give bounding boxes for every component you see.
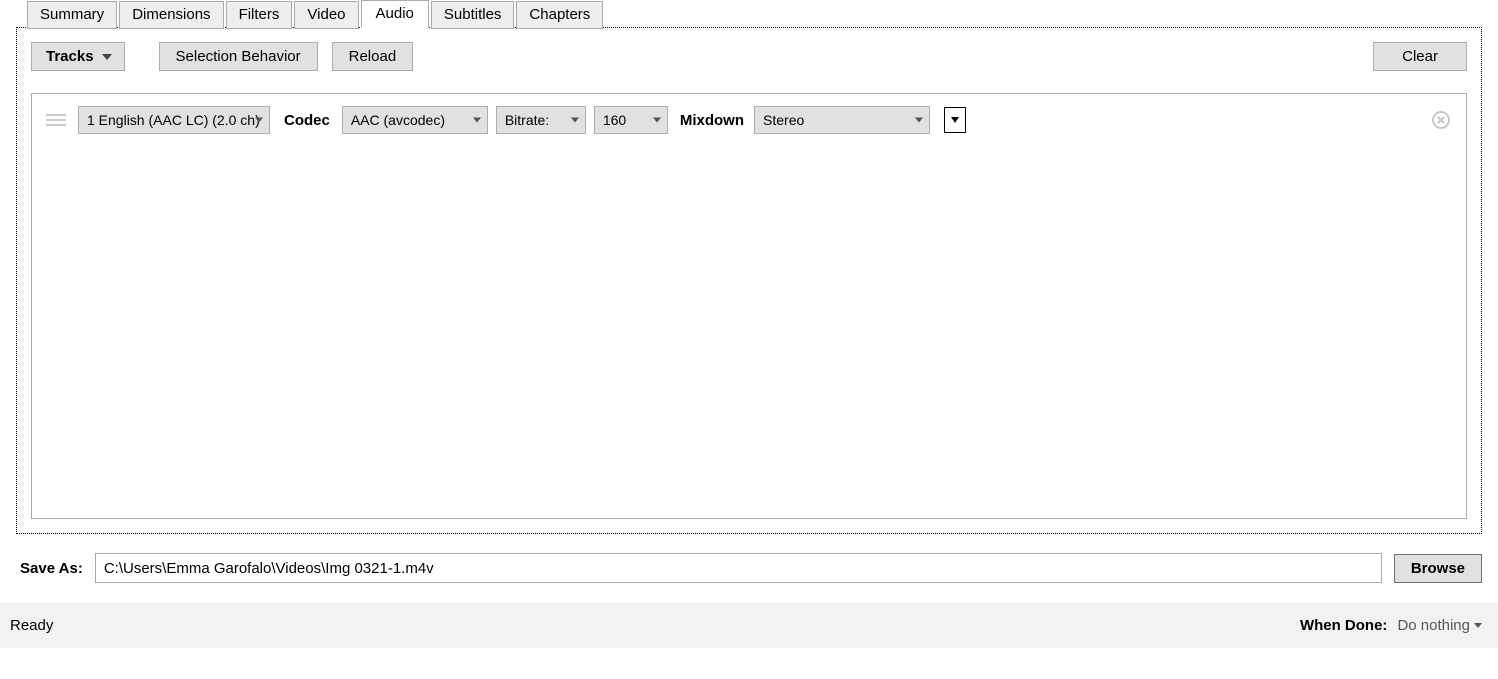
tab-chapters[interactable]: Chapters <box>516 1 603 29</box>
bitrate-value-dropdown[interactable]: 160 <box>594 106 668 134</box>
mixdown-dropdown[interactable]: Stereo <box>754 106 930 134</box>
save-as-row: Save As: Browse <box>0 535 1498 593</box>
bitrate-label: Bitrate: <box>505 112 549 128</box>
audio-toolbar: Tracks Selection Behavior Reload Clear <box>31 42 1467 71</box>
tab-filters[interactable]: Filters <box>226 1 293 29</box>
tab-dimensions[interactable]: Dimensions <box>119 1 223 29</box>
status-text: Ready <box>10 617 53 634</box>
bitrate-value: 160 <box>603 112 626 128</box>
status-bar: Ready When Done: Do nothing <box>0 603 1498 648</box>
mixdown-value: Stereo <box>763 112 804 128</box>
chevron-down-icon <box>473 118 481 123</box>
track-row: 1 English (AAC LC) (2.0 ch) Codec AAC (a… <box>46 106 1452 134</box>
chevron-down-icon <box>915 118 923 123</box>
chevron-down-icon <box>571 118 579 123</box>
track-source-value: 1 English (AAC LC) (2.0 ch) <box>87 112 260 128</box>
chevron-down-icon <box>653 118 661 123</box>
browse-button[interactable]: Browse <box>1394 554 1482 583</box>
close-circle-icon <box>1431 110 1451 130</box>
save-as-input[interactable] <box>95 553 1382 583</box>
when-done-value: Do nothing <box>1397 617 1470 634</box>
tab-subtitles[interactable]: Subtitles <box>431 1 515 29</box>
chevron-down-icon <box>255 118 263 123</box>
tab-audio[interactable]: Audio <box>361 0 429 28</box>
codec-value: AAC (avcodec) <box>351 112 445 128</box>
tracks-dropdown[interactable]: Tracks <box>31 42 125 71</box>
audio-panel: Tracks Selection Behavior Reload Clear 1… <box>16 27 1482 534</box>
tracks-label: Tracks <box>46 48 94 65</box>
when-done-dropdown[interactable]: Do nothing <box>1397 617 1482 634</box>
bitrate-mode-dropdown[interactable]: Bitrate: <box>496 106 586 134</box>
mixdown-label: Mixdown <box>680 112 744 129</box>
expand-track-button[interactable] <box>944 107 966 133</box>
drag-handle-icon[interactable] <box>46 110 66 130</box>
track-list: 1 English (AAC LC) (2.0 ch) Codec AAC (a… <box>31 93 1467 519</box>
codec-dropdown[interactable]: AAC (avcodec) <box>342 106 488 134</box>
tab-bar: Summary Dimensions Filters Video Audio S… <box>0 0 1498 28</box>
clear-button[interactable]: Clear <box>1373 42 1467 71</box>
remove-track-button[interactable] <box>1430 109 1452 131</box>
save-as-label: Save As: <box>20 560 83 577</box>
chevron-down-icon <box>102 54 112 60</box>
tab-video[interactable]: Video <box>294 1 358 29</box>
codec-label: Codec <box>284 112 330 129</box>
when-done-label: When Done: <box>1300 617 1388 634</box>
tab-summary[interactable]: Summary <box>27 1 117 29</box>
reload-button[interactable]: Reload <box>332 42 414 71</box>
chevron-down-icon <box>1474 623 1482 628</box>
chevron-down-icon <box>951 117 959 123</box>
selection-behavior-button[interactable]: Selection Behavior <box>159 42 318 71</box>
track-source-dropdown[interactable]: 1 English (AAC LC) (2.0 ch) <box>78 106 270 134</box>
